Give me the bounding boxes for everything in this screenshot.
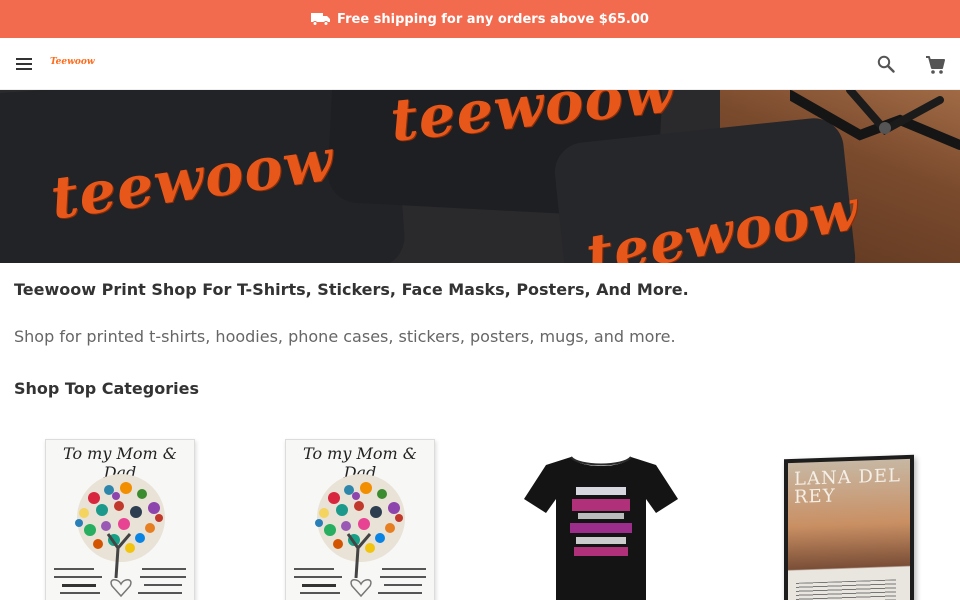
mom-dad-blanket-image: To my Mom & Dad	[285, 439, 435, 600]
hamburger-menu-icon[interactable]	[14, 54, 34, 74]
categories-title: Shop Top Categories	[14, 379, 199, 398]
site-header: Teewoow	[0, 38, 960, 90]
category-card[interactable]: To my Mom & Dad	[14, 425, 224, 600]
hero-banner[interactable]: teewoow teewoow teewoow	[0, 90, 960, 263]
page-headline: Teewoow Print Shop For T-Shirts, Sticker…	[14, 280, 689, 299]
category-card[interactable]: To my Mom & Dad	[254, 425, 464, 600]
announcement-text: Free shipping for any orders above $65.0…	[337, 11, 649, 27]
lana-del-rey-poster-image: LANA DEL REY	[784, 454, 914, 600]
verse-lines	[54, 568, 186, 598]
page-subline: Shop for printed t-shirts, hoodies, phon…	[14, 327, 676, 346]
poster-tracklist	[796, 579, 896, 600]
announcement-bar: Free shipping for any orders above $65.0…	[0, 0, 960, 38]
scissors-icon	[790, 90, 960, 150]
black-printed-tshirt-image	[524, 456, 678, 600]
search-icon[interactable]	[876, 54, 896, 74]
truck-icon	[311, 13, 331, 26]
cart-icon[interactable]	[924, 54, 946, 76]
verse-lines	[294, 568, 426, 598]
mom-dad-blanket-image: To my Mom & Dad	[45, 439, 195, 600]
tree-illustration	[75, 474, 165, 578]
category-card[interactable]	[494, 425, 704, 600]
poster-art: LANA DEL REY	[788, 458, 910, 600]
blanket-verse	[52, 564, 190, 600]
poster-title: LANA DEL REY	[794, 465, 901, 508]
site-logo[interactable]: Teewoow	[50, 57, 95, 67]
blanket-verse	[292, 564, 430, 600]
category-card[interactable]: LANA DEL REY	[734, 425, 944, 600]
tree-illustration	[315, 474, 405, 578]
